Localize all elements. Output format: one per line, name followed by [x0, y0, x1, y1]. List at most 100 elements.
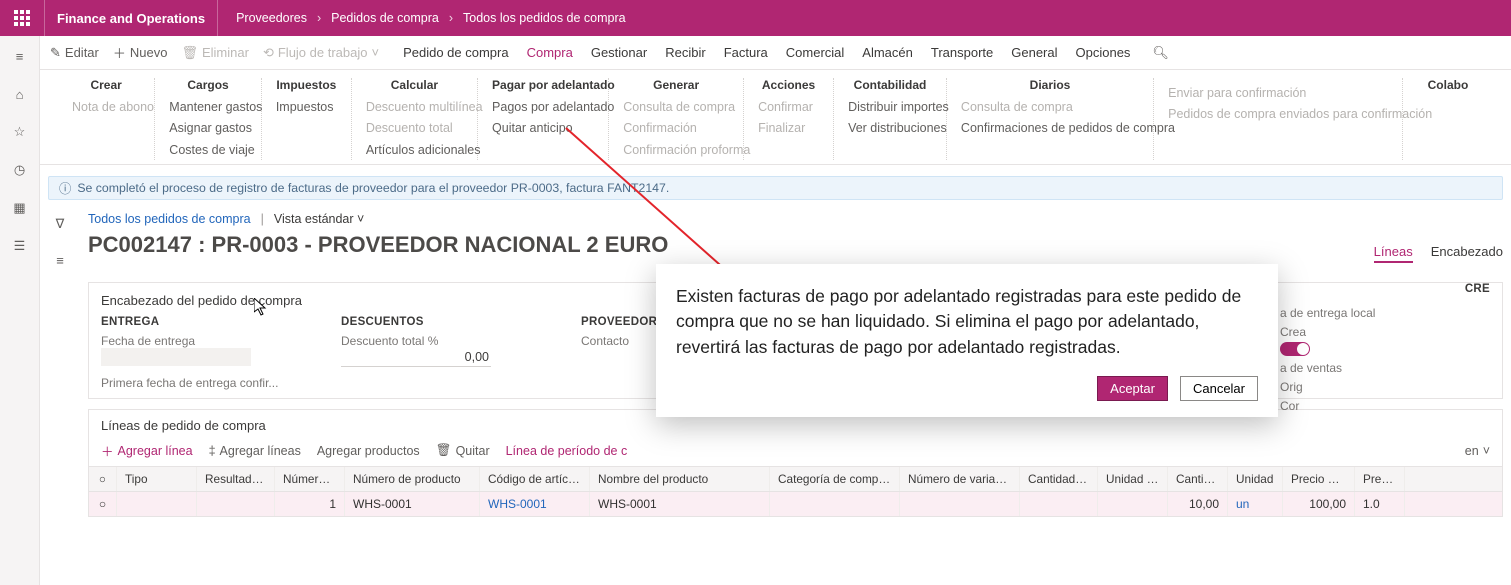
info-icon: ⓘ [59, 179, 71, 197]
col-cantidad[interactable]: Cantidad [1168, 467, 1228, 491]
cmd-d-consulta[interactable]: Consulta de compra [961, 98, 1139, 117]
cmd-finalizar[interactable]: Finalizar [758, 119, 819, 138]
cell-unid[interactable]: un [1228, 492, 1283, 516]
edit-button[interactable]: ✎Editar [50, 45, 99, 61]
col-categoria[interactable]: Categoría de compras [770, 467, 900, 491]
lines-panel: Líneas de pedido de compra ＋Agregar líne… [88, 409, 1503, 517]
tab-almacen[interactable]: Almacén [862, 45, 913, 60]
cell-nomprod: WHS-0001 [590, 492, 770, 516]
cmd-pedidos-enviados[interactable]: Pedidos de compra enviados para confirma… [1168, 105, 1388, 124]
recent-icon[interactable]: ◷ [6, 156, 34, 184]
remove-line-button[interactable]: 🗑Quitar [436, 443, 490, 458]
cmd-quitar-anticipo[interactable]: Quitar anticipo [492, 119, 594, 138]
cmd-enviar-conf[interactable]: Enviar para confirmación [1168, 84, 1388, 103]
field-label: Descuento total % [341, 334, 541, 348]
menu-icon[interactable]: ≡ [6, 42, 34, 70]
col-resultados[interactable]: Resultados... [197, 467, 275, 491]
tab-factura[interactable]: Factura [724, 45, 768, 60]
cmd-mantener-gastos[interactable]: Mantener gastos [169, 98, 247, 117]
tab-encabezado[interactable]: Encabezado [1431, 244, 1503, 263]
crumb-3[interactable]: Todos los pedidos de compra [463, 11, 626, 25]
crumb-2[interactable]: Pedidos de compra [331, 11, 439, 25]
cmd-nota-abono[interactable]: Nota de abono [72, 98, 140, 117]
tab-recibir[interactable]: Recibir [665, 45, 705, 60]
star-icon[interactable]: ☆ [6, 118, 34, 146]
lines-toolbar: ＋Agregar línea ‡Agregar líneas Agregar p… [89, 437, 1502, 466]
cell-numprod: WHS-0001 [345, 492, 480, 516]
field-header: DESCUENTOS [341, 316, 541, 328]
view-selector[interactable]: Vista estándar ˅ [274, 212, 364, 226]
tab-opciones[interactable]: Opciones [1076, 45, 1131, 60]
tab-compra[interactable]: Compra [527, 45, 573, 60]
list-icon[interactable]: ≡ [48, 248, 72, 272]
cmd-distribuir[interactable]: Distribuir importes [848, 98, 932, 117]
row-select[interactable]: ○ [89, 492, 117, 516]
ribbon-group-generar: Generar Consulta de compra Confirmación … [609, 78, 744, 160]
cmd-confirmacion[interactable]: Confirmación [623, 119, 729, 138]
col-variante[interactable]: Número de variante [900, 467, 1020, 491]
col-unidad-pc[interactable]: Unidad de ... [1098, 467, 1168, 491]
cell-codart[interactable]: WHS-0001 [480, 492, 590, 516]
filter-icon[interactable]: ∇ [48, 212, 72, 236]
cancel-button[interactable]: Cancelar [1180, 376, 1258, 401]
col-numero-producto[interactable]: Número de producto [345, 467, 480, 491]
ribbon-group-impuestos: Impuestos Impuestos [262, 78, 352, 160]
cmd-confirmar[interactable]: Confirmar [758, 98, 819, 117]
secondary-breadcrumb: Todos los pedidos de compra | Vista está… [88, 212, 1503, 226]
toggle-crea[interactable] [1280, 342, 1310, 356]
col-nombre-producto[interactable]: Nombre del producto [590, 467, 770, 491]
tab-gestionar[interactable]: Gestionar [591, 45, 647, 60]
accept-button[interactable]: Aceptar [1097, 376, 1168, 401]
en-dropdown[interactable]: en ˅ [1465, 444, 1490, 458]
tab-general[interactable]: General [1011, 45, 1057, 60]
tab-pedido[interactable]: Pedido de compra [403, 45, 509, 60]
cmd-asignar-gastos[interactable]: Asignar gastos [169, 119, 247, 138]
col-descuentos: DESCUENTOS Descuento total % 0,00 [341, 316, 541, 390]
descuento-total-value[interactable]: 0,00 [341, 348, 491, 367]
period-line-button[interactable]: Línea de período de c [506, 444, 628, 458]
workspaces-icon[interactable]: ▦ [6, 194, 34, 222]
add-line-button[interactable]: ＋Agregar línea [101, 441, 193, 460]
crumb-1[interactable]: Proveedores [236, 11, 307, 25]
cmd-consulta-compra[interactable]: Consulta de compra [623, 98, 729, 117]
fecha-entrega-value[interactable] [101, 348, 251, 366]
cmd-articulos-adicionales[interactable]: Artículos adicionales [366, 141, 463, 160]
field-label: Cor [1280, 399, 1490, 413]
add-products-button[interactable]: Agregar productos [317, 444, 420, 458]
col-numero-linea[interactable]: Número d... [275, 467, 345, 491]
cmd-d-confirmaciones[interactable]: Confirmaciones de pedidos de compra [961, 119, 1139, 138]
home-icon[interactable]: ⌂ [6, 80, 34, 108]
cmd-desc-multilinea[interactable]: Descuento multilínea [366, 98, 463, 117]
tab-transporte[interactable]: Transporte [931, 45, 993, 60]
add-lines-button[interactable]: ‡Agregar líneas [209, 444, 301, 458]
search-icon[interactable]: 🔍︎ [1152, 45, 1169, 61]
workflow-button[interactable]: ⟲Flujo de trabajo ˅ [263, 45, 379, 61]
cmd-ver-distribuciones[interactable]: Ver distribuciones [848, 119, 932, 138]
tab-comercial[interactable]: Comercial [786, 45, 845, 60]
right-tabs: Líneas Encabezado [1374, 244, 1503, 263]
cmd-costes-viaje[interactable]: Costes de viaje [169, 141, 247, 160]
col-unidad[interactable]: Unidad [1228, 467, 1283, 491]
link-todos-pedidos[interactable]: Todos los pedidos de compra [88, 212, 251, 226]
table-row[interactable]: ○ 1 WHS-0001 WHS-0001 WHS-0001 10,00 un … [89, 492, 1502, 516]
cmd-desc-total[interactable]: Descuento total [366, 119, 463, 138]
cmd-impuestos[interactable]: Impuestos [276, 98, 337, 117]
col-select[interactable]: ○ [89, 467, 117, 491]
info-text: Se completó el proceso de registro de fa… [77, 181, 669, 195]
col-tipo[interactable]: Tipo [117, 467, 197, 491]
ribbon-group-pagar: Pagar por adelantado Pagos por adelantad… [478, 78, 609, 160]
cmd-confirmacion-proforma[interactable]: Confirmación proforma [623, 141, 729, 160]
chevron-right-icon: › [449, 11, 453, 25]
col-precio-tot[interactable]: Precio... [1355, 467, 1405, 491]
col-entrega: ENTREGA Fecha de entrega Primera fecha d… [101, 316, 301, 390]
col-codigo-articulo[interactable]: Código de artículo [480, 467, 590, 491]
waffle-icon[interactable] [8, 4, 36, 32]
delete-button[interactable]: 🗑Eliminar [181, 45, 248, 61]
col-precio-unit[interactable]: Precio unit... [1283, 467, 1355, 491]
new-button[interactable]: ＋Nuevo [113, 43, 168, 62]
col-cantidad-pc[interactable]: Cantidad PC [1020, 467, 1098, 491]
dialog-message: Existen facturas de pago por adelantado … [676, 284, 1258, 360]
cmd-pagos-adelantado[interactable]: Pagos por adelantado [492, 98, 594, 117]
modules-icon[interactable]: ☰ [6, 232, 34, 260]
tab-lineas[interactable]: Líneas [1374, 244, 1413, 263]
